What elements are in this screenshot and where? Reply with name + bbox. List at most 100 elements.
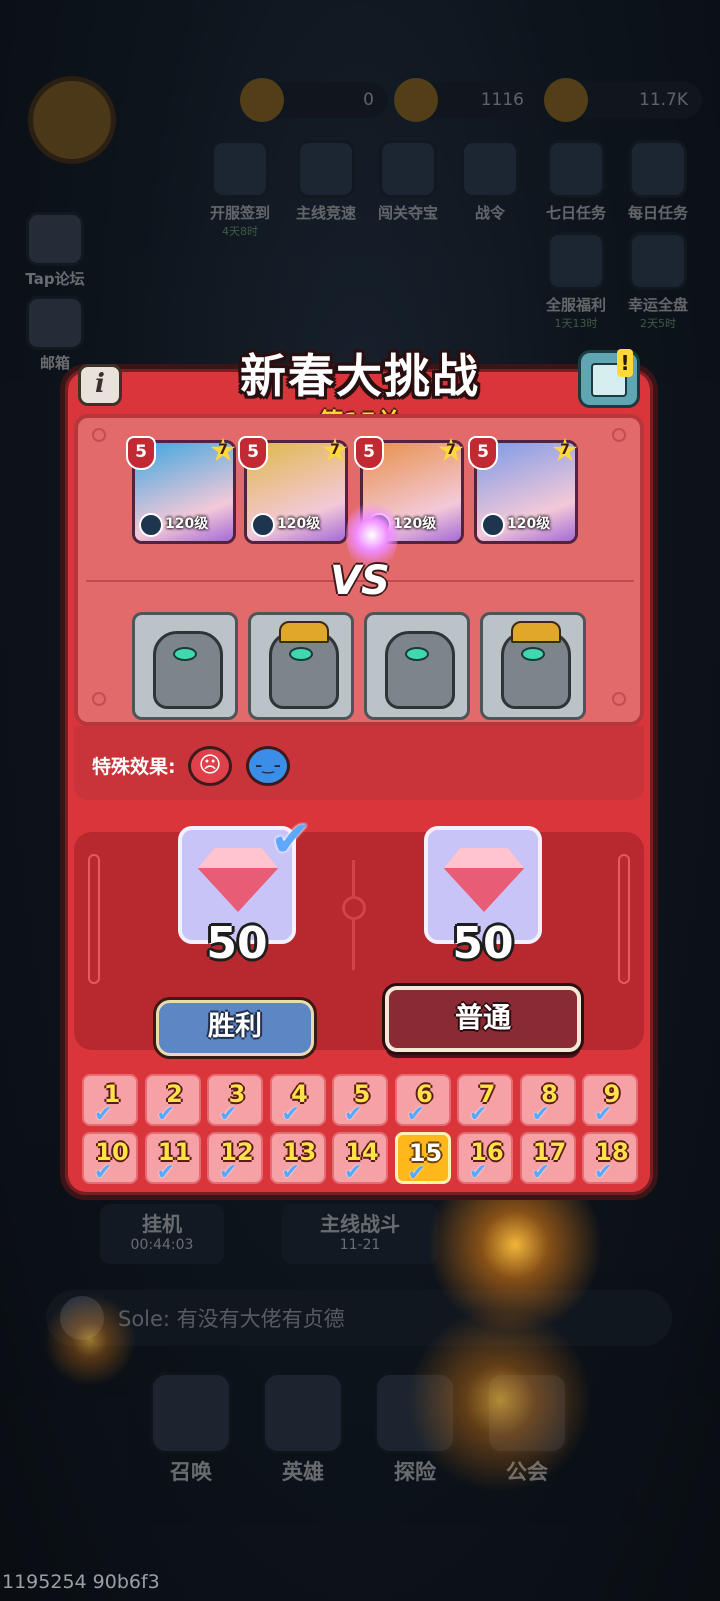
- enemy-card-armored-knight[interactable]: [480, 612, 586, 720]
- star-count: 7: [218, 442, 228, 458]
- stage-tile[interactable]: 2 ✔: [144, 1074, 201, 1127]
- gift-calendar-icon: [547, 232, 605, 290]
- seven-day-tasks-icon[interactable]: 七日任务: [538, 140, 614, 223]
- stage-tile[interactable]: 14 ✔: [332, 1132, 388, 1185]
- battle-pass-icon[interactable]: 战令: [452, 140, 528, 223]
- stage-tile[interactable]: 3 ✔: [207, 1074, 263, 1127]
- check-icon: ✔: [594, 1160, 613, 1185]
- hero-level: 120级: [507, 516, 551, 532]
- icon-label: Tap论坛: [25, 270, 85, 288]
- hero-level: 120级: [393, 516, 437, 532]
- resource-value: 11.7K: [639, 90, 688, 110]
- star-count: 7: [560, 442, 570, 458]
- idle-button[interactable]: 挂机 00:44:03: [100, 1204, 224, 1264]
- stage-tile[interactable]: 7 ✔: [457, 1074, 513, 1127]
- check-icon: ✔: [94, 1102, 113, 1127]
- resource-bar-gold[interactable]: 0: [240, 78, 388, 122]
- victory-button[interactable]: 胜利: [156, 1000, 314, 1056]
- nav-label: 英雄: [282, 1460, 324, 1484]
- check-icon: ✔: [156, 1102, 175, 1127]
- star-count: 7: [446, 442, 456, 458]
- water-icon: [481, 513, 505, 537]
- corner-ornament: [612, 428, 626, 442]
- icon-label: 战令: [474, 204, 505, 222]
- nav-summon[interactable]: 召唤: [142, 1372, 240, 1486]
- nav-heroes[interactable]: 英雄: [254, 1372, 352, 1486]
- checklist-icon: [629, 140, 687, 198]
- star-icon: ★ 7: [434, 434, 468, 468]
- star-icon: ★ 7: [206, 434, 240, 468]
- dragon-icon: [379, 140, 437, 198]
- enemy-card-armored-knight[interactable]: [248, 612, 354, 720]
- stage-tile[interactable]: 6 ✔: [394, 1074, 451, 1127]
- side-ornament: [618, 854, 630, 984]
- icon-label: 闯关夺宝: [377, 204, 438, 222]
- stage-tile[interactable]: 10 ✔: [82, 1132, 138, 1185]
- stage-tile[interactable]: 9 ✔: [582, 1074, 638, 1127]
- icon-timer: 2天5时: [640, 317, 676, 330]
- claimed-check-icon: ✔: [270, 810, 312, 868]
- normal-button[interactable]: 普通: [385, 986, 581, 1052]
- blue-face-icon[interactable]: –‿–: [246, 746, 290, 786]
- resource-value: 0: [363, 90, 374, 110]
- daily-tasks-icon[interactable]: 每日任务: [620, 140, 696, 223]
- stage-tile[interactable]: 15 ✔: [394, 1132, 451, 1186]
- diamond-highlight: [198, 848, 278, 868]
- special-effects-label: 特殊效果:: [92, 756, 176, 778]
- rank-badge: 5: [126, 436, 156, 470]
- firework-effect: [400, 1300, 600, 1500]
- icon-label: 幸运全盘: [627, 296, 688, 314]
- stage-tile[interactable]: 1 ✔: [82, 1074, 138, 1127]
- glowing-eye: [405, 647, 429, 661]
- enemy-card-rock-golem[interactable]: [364, 612, 470, 720]
- stage-tile[interactable]: 13 ✔: [269, 1132, 326, 1185]
- debug-id-text: 1195254 90b6f3: [2, 1571, 160, 1593]
- icon-timer: 1天13时: [554, 317, 598, 330]
- check-icon: ✔: [281, 1102, 300, 1127]
- rules-book-button[interactable]: !: [578, 349, 640, 408]
- resource-bar-gems[interactable]: 1116: [394, 78, 538, 122]
- stage-tile[interactable]: 18 ✔: [582, 1132, 638, 1185]
- treasure-hunt-icon[interactable]: 闯关夺宝: [370, 140, 446, 223]
- info-button[interactable]: i: [78, 364, 122, 406]
- stage-tile[interactable]: 8 ✔: [519, 1074, 576, 1127]
- icon-label: 每日任务: [627, 204, 688, 222]
- helmet-crest: [511, 621, 561, 643]
- devil-face-icon[interactable]: ☹: [188, 746, 232, 786]
- stage-tile[interactable]: 5 ✔: [332, 1074, 388, 1127]
- resource-bar-coins[interactable]: 11.7K: [544, 78, 702, 122]
- stage-tile[interactable]: 16 ✔: [457, 1132, 513, 1185]
- corner-ornament: [92, 428, 106, 442]
- alert-icon: !: [617, 349, 633, 377]
- scroll-icon: [547, 140, 605, 198]
- nav-label: 召唤: [170, 1460, 212, 1484]
- tap-forum-icon[interactable]: Tap论坛: [22, 212, 88, 289]
- earth-icon: [251, 513, 275, 537]
- check-icon: ✔: [406, 1102, 425, 1127]
- mainline-race-icon[interactable]: 主线竞速: [288, 140, 364, 223]
- check-icon: ✔: [469, 1102, 488, 1127]
- check-icon: ✔: [219, 1160, 238, 1185]
- server-welfare-icon[interactable]: 全服福利 1天13时: [538, 232, 614, 331]
- stage-tile[interactable]: 4 ✔: [269, 1074, 326, 1127]
- enemy-card-rock-golem[interactable]: [132, 612, 238, 720]
- diamond-highlight: [444, 848, 524, 868]
- signin-event-icon[interactable]: 开服签到 4天8时: [202, 140, 278, 239]
- lucky-wheel-icon[interactable]: 幸运全盘 2天5时: [620, 232, 696, 331]
- hero-mask-icon: [262, 1372, 344, 1454]
- reward-amount: 50: [206, 918, 268, 969]
- water-icon: [139, 513, 163, 537]
- mainline-battle-button[interactable]: 主线战斗 11-21: [282, 1204, 438, 1264]
- icon-label: 主线竞速: [295, 204, 356, 222]
- player-avatar[interactable]: [28, 76, 116, 164]
- corner-ornament: [92, 692, 106, 706]
- rank-badge: 5: [354, 436, 384, 470]
- stage-tile[interactable]: 11 ✔: [144, 1132, 201, 1185]
- vs-label: VS: [330, 558, 390, 604]
- check-icon: ✔: [469, 1160, 488, 1185]
- corner-ornament: [612, 692, 626, 706]
- helmet-icon: [150, 1372, 232, 1454]
- check-icon: ✔: [407, 1161, 426, 1186]
- stage-tile[interactable]: 12 ✔: [207, 1132, 263, 1185]
- stage-tile[interactable]: 17 ✔: [519, 1132, 576, 1185]
